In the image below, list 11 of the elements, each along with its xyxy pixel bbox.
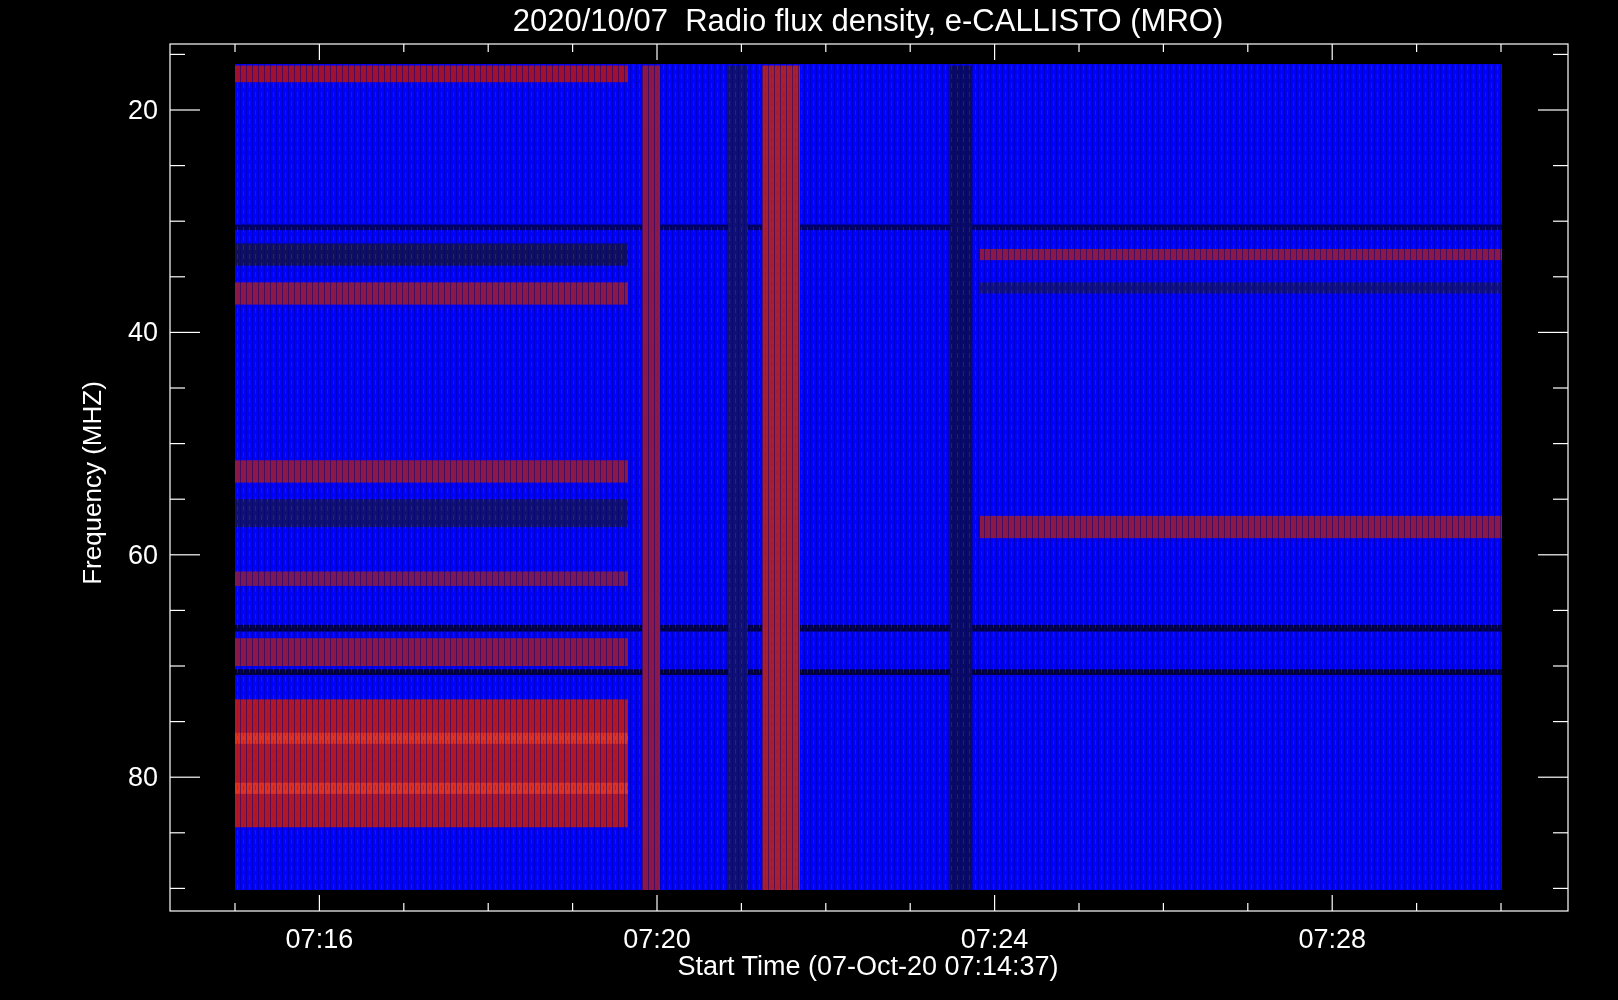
y-tick-label: 40 — [126, 319, 158, 347]
x-axis-label: Start Time (07-Oct-20 07:14:37) — [677, 953, 1059, 980]
x-tick-label: 07:20 — [623, 926, 691, 953]
y-tick-label: 60 — [126, 541, 158, 569]
y-tick-label: 80 — [126, 764, 158, 792]
x-tick-label: 07:24 — [960, 926, 1029, 953]
x-tick-label: 07:28 — [1298, 926, 1366, 953]
x-tick-label: 07:16 — [285, 926, 354, 953]
y-tick-label: 20 — [126, 97, 158, 124]
y-axis-label: Frequency (MHZ) — [79, 381, 105, 585]
chart-title: 2020/10/07 Radio flux density, e-CALLISTO (MRO) — [512, 5, 1224, 36]
